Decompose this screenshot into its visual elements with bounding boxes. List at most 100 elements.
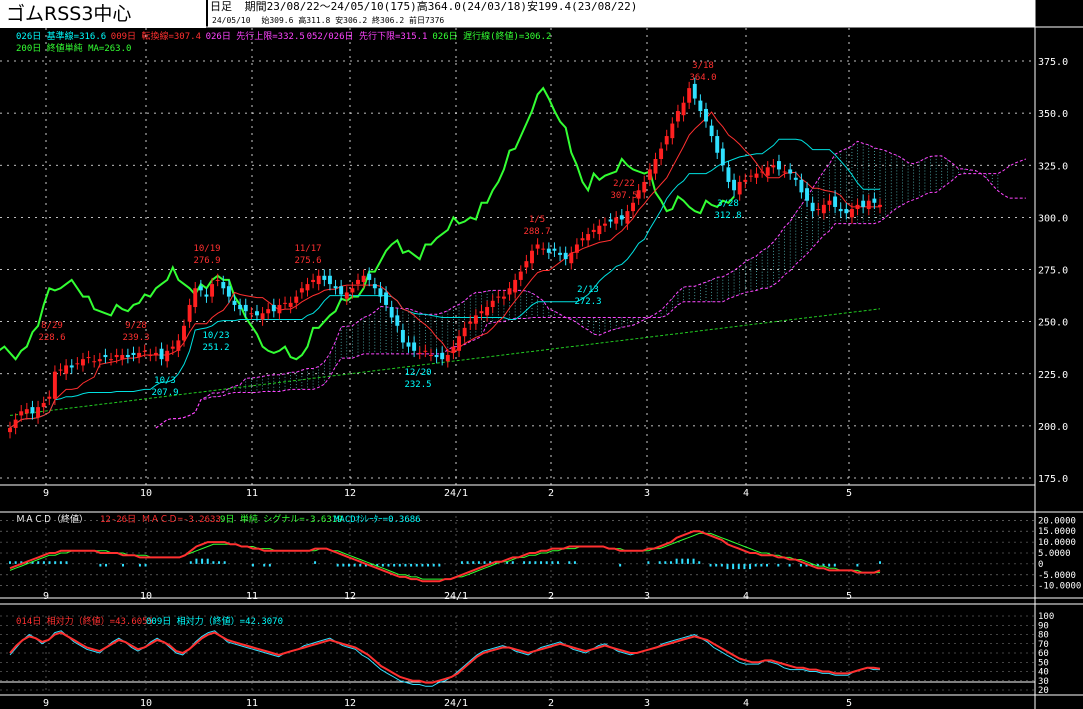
candle-body xyxy=(367,273,372,280)
candle-body xyxy=(103,354,108,358)
candle-body xyxy=(479,311,484,314)
candle-body xyxy=(260,313,265,320)
candle-body xyxy=(429,354,433,356)
x-tick-label: 12 xyxy=(344,488,356,499)
macd-y-label: 5.0000 xyxy=(1038,549,1071,559)
y-tick-label: 175.0 xyxy=(1038,474,1068,485)
candle-body xyxy=(47,396,52,399)
legend-item: 052/026日 先行下限=315.1 xyxy=(307,30,428,42)
candle-body xyxy=(187,304,192,322)
y-tick-label: 300.0 xyxy=(1038,213,1068,224)
candle-body xyxy=(603,223,607,226)
candle-body xyxy=(316,275,321,285)
candle-body xyxy=(232,300,237,305)
candle-body xyxy=(125,354,130,358)
rsi-y-label: 20 xyxy=(1038,686,1049,696)
candle-body xyxy=(322,275,327,280)
y-tick-label: 200.0 xyxy=(1038,422,1068,433)
x-tick-label: 11 xyxy=(246,698,258,709)
candle-body xyxy=(412,342,417,351)
annotation-date: 2/22 xyxy=(613,179,635,189)
candle-body xyxy=(266,309,271,314)
candle-body xyxy=(153,352,158,355)
candle-body xyxy=(299,288,304,293)
candle-body xyxy=(305,284,310,291)
kijun-line xyxy=(9,138,880,429)
legend-item: 026日 遅行線(終値)=306.2 xyxy=(432,30,551,42)
candle-body xyxy=(30,407,35,414)
annotation-date: 10/23 xyxy=(202,331,229,341)
x-tick-label: 5 xyxy=(846,488,852,499)
x-tick-label: 10 xyxy=(140,698,152,709)
annotation-value: 207.9 xyxy=(151,388,178,398)
macd-y-label: 0 xyxy=(1038,560,1043,570)
candle-body xyxy=(226,286,231,297)
candle-body xyxy=(75,363,80,365)
candle-body xyxy=(580,238,585,241)
candle-body xyxy=(198,286,203,291)
x-tick-label: 3 xyxy=(644,591,650,602)
annotation-value: 275.6 xyxy=(294,256,321,266)
candle-body xyxy=(496,296,501,298)
candle-body xyxy=(805,188,809,201)
candle-body xyxy=(642,181,647,193)
candle-body xyxy=(238,304,243,310)
candle-body xyxy=(8,427,12,433)
rsi14-line xyxy=(9,631,881,684)
candle-body xyxy=(451,346,456,353)
annotation-date: 8/29 xyxy=(41,321,63,331)
legend-item: 200日 終値単純 MA=263.0 xyxy=(16,42,131,54)
x-tick-label: 24/1 xyxy=(444,488,468,499)
candle-body xyxy=(552,248,557,251)
candle-body xyxy=(327,275,332,285)
candle-body xyxy=(563,252,568,260)
candle-body xyxy=(586,234,591,241)
candle-body xyxy=(771,165,776,168)
candle-body xyxy=(131,352,136,355)
legend-item: 009日 転換線=307.4 xyxy=(111,30,201,42)
y-tick-label: 350.0 xyxy=(1038,109,1068,120)
macd-panel: ＭＡＣＤ（終値） 12-26日 ＭＡＣＤ=-3.2633 9日 単純 シグナル=-3… xyxy=(0,513,1081,592)
annotation-date: 3/28 xyxy=(717,199,739,209)
candle-body xyxy=(243,304,248,312)
candle-body xyxy=(81,359,85,366)
x-tick-label: 9 xyxy=(43,698,49,709)
candle-body xyxy=(878,204,882,207)
candle-body xyxy=(518,271,523,280)
candle-body xyxy=(619,215,624,220)
candle-body xyxy=(760,171,765,173)
candle-body xyxy=(866,200,871,210)
x-tick-label: 12 xyxy=(344,591,356,602)
x-tick-label: 11 xyxy=(246,488,258,499)
candle-body xyxy=(434,354,439,358)
candle-body xyxy=(726,167,731,182)
candle-body xyxy=(249,313,254,315)
candle-body xyxy=(625,211,630,224)
candle-body xyxy=(19,411,24,416)
signal-line xyxy=(9,532,880,580)
candle-body xyxy=(165,350,170,362)
y-tick-label: 375.0 xyxy=(1038,57,1068,68)
candle-body xyxy=(530,250,534,264)
candle-body xyxy=(271,304,276,312)
chart-canvas: 026日 基準線=316.6 009日 転換線=307.4 026日 先行上限=33… xyxy=(0,0,1083,709)
candle-body xyxy=(350,288,355,293)
annotation-value: 276.9 xyxy=(193,256,220,266)
candle-body xyxy=(614,217,619,224)
candle-body xyxy=(754,173,759,178)
annotation-date: 10/3 xyxy=(154,376,176,386)
candle-body xyxy=(591,229,596,232)
candle-body xyxy=(473,315,478,324)
candle-body xyxy=(748,175,753,177)
candle-body xyxy=(675,111,680,122)
legend-item: 026日 先行上限=332.5 xyxy=(206,30,305,42)
macd-legend: 9日 単純 シグナル=-3.6319 xyxy=(220,513,343,525)
candle-body xyxy=(406,342,411,347)
candle-body xyxy=(457,336,461,351)
x-tick-label: 24/1 xyxy=(444,698,468,709)
candle-body xyxy=(799,179,804,193)
candle-body xyxy=(204,294,209,297)
annotation-date: 10/19 xyxy=(193,244,220,254)
candle-body xyxy=(743,179,748,182)
candle-body xyxy=(120,354,125,360)
